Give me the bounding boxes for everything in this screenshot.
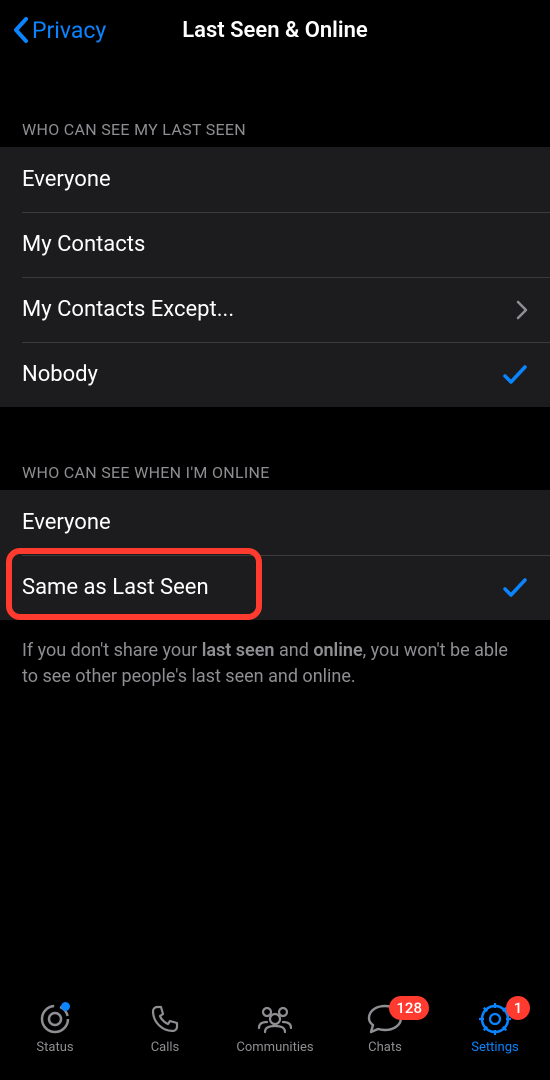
tab-label: Calls [151, 1040, 180, 1055]
option-label: Everyone [22, 167, 528, 192]
settings-badge: 1 [506, 996, 530, 1020]
tab-label: Settings [471, 1040, 518, 1055]
option-label: Everyone [22, 510, 528, 535]
tab-calls[interactable]: Calls [110, 1000, 220, 1055]
back-label: Privacy [32, 17, 106, 44]
status-dot-icon [61, 1002, 70, 1011]
phone-icon [148, 1000, 182, 1038]
option-same-as-last-seen[interactable]: Same as Last Seen [0, 555, 550, 620]
checkmark-icon [502, 577, 528, 599]
tab-label: Communities [236, 1040, 313, 1055]
option-label: My Contacts [22, 232, 528, 257]
communities-icon [253, 1000, 297, 1038]
tab-status[interactable]: Status [0, 1000, 110, 1055]
option-my-contacts[interactable]: My Contacts [0, 212, 550, 277]
chevron-right-icon [516, 300, 528, 320]
option-nobody[interactable]: Nobody [0, 342, 550, 407]
chats-badge: 128 [389, 996, 429, 1020]
option-everyone-online[interactable]: Everyone [0, 490, 550, 555]
online-options: Everyone Same as Last Seen [0, 490, 550, 620]
tab-communities[interactable]: Communities [220, 1000, 330, 1055]
option-my-contacts-except[interactable]: My Contacts Except... [0, 277, 550, 342]
checkmark-icon [502, 364, 528, 386]
section-header-lastseen: WHO CAN SEE MY LAST SEEN [0, 120, 550, 147]
tab-chats[interactable]: 128 Chats [330, 1000, 440, 1055]
lastseen-options: Everyone My Contacts My Contacts Except.… [0, 147, 550, 407]
status-icon [38, 1000, 72, 1038]
option-label: Same as Last Seen [22, 575, 502, 600]
tab-label: Status [36, 1040, 73, 1055]
tab-label: Chats [368, 1040, 402, 1055]
option-label: Nobody [22, 362, 502, 387]
option-label: My Contacts Except... [22, 297, 516, 322]
chevron-left-icon [12, 16, 30, 44]
back-button[interactable]: Privacy [10, 16, 106, 44]
tab-settings[interactable]: 1 Settings [440, 1000, 550, 1055]
navigation-bar: Privacy Last Seen & Online [0, 0, 550, 60]
tab-bar: Status Calls Communities 1 [0, 994, 550, 1080]
option-everyone[interactable]: Everyone [0, 147, 550, 212]
section-header-online: WHO CAN SEE WHEN I'M ONLINE [0, 463, 550, 490]
section-footer: If you don't share your last seen and on… [0, 620, 550, 690]
